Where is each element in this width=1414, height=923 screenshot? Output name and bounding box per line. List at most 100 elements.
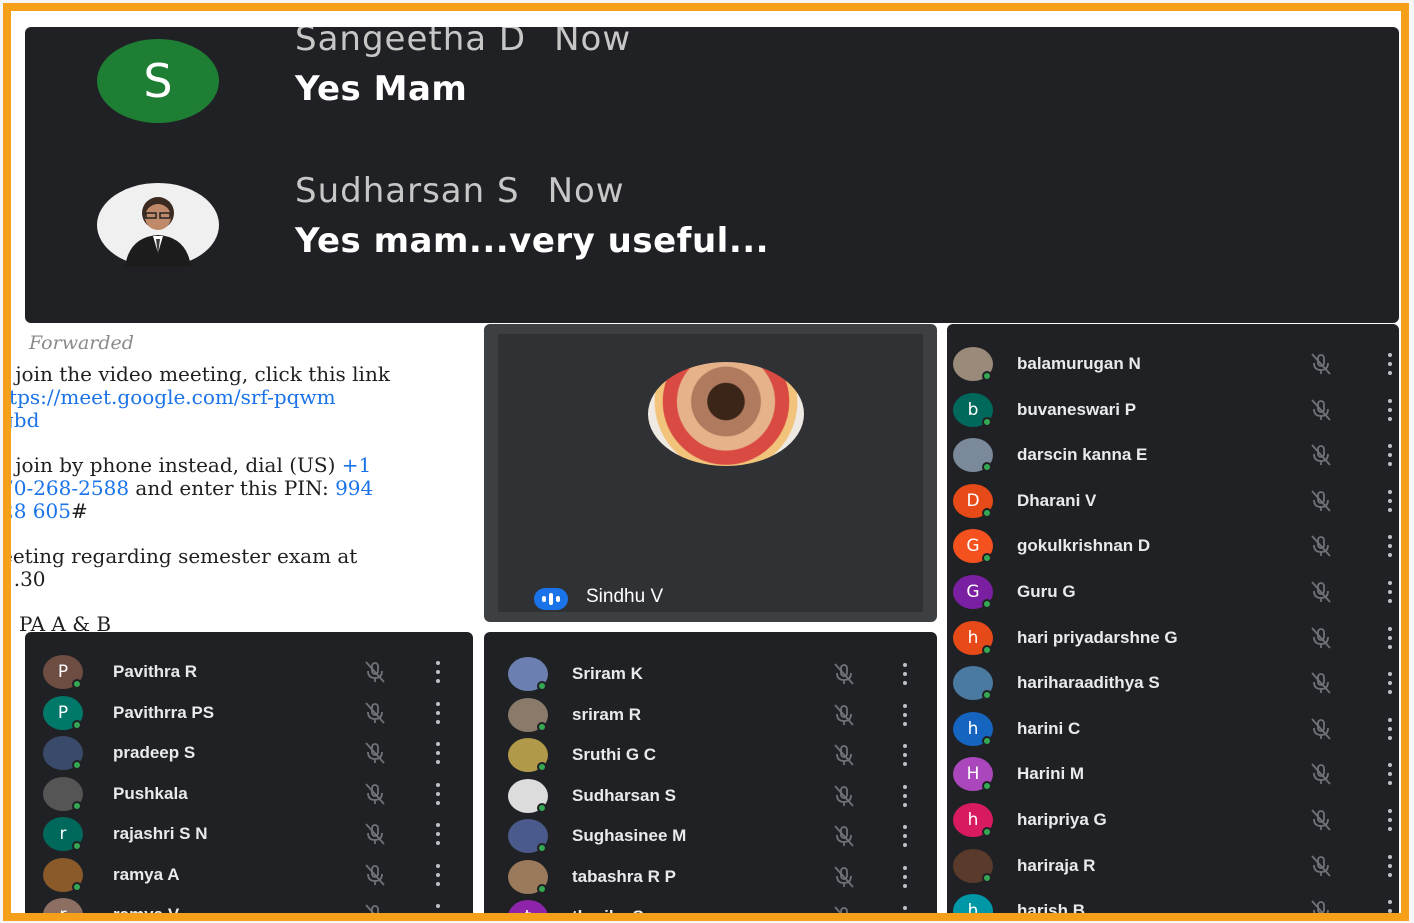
mic-off-icon[interactable] xyxy=(830,662,858,686)
more-options-icon[interactable] xyxy=(1387,444,1393,467)
participant-row[interactable]: darscin kanna E xyxy=(947,435,1399,475)
participant-row[interactable]: pradeep S xyxy=(25,733,473,773)
meeting-link-cont[interactable]: gbd xyxy=(11,409,479,432)
mic-off-icon[interactable] xyxy=(830,865,858,889)
more-options-icon[interactable] xyxy=(1387,809,1393,831)
meeting-link[interactable]: ttps://meet.google.com/srf-pqwm xyxy=(11,386,479,409)
more-options-icon[interactable] xyxy=(902,906,908,913)
mic-off-icon[interactable] xyxy=(1307,899,1335,921)
participant-row[interactable]: G Guru G xyxy=(947,572,1399,612)
more-options-icon[interactable] xyxy=(1387,535,1393,558)
participant-row[interactable]: Sughasinee M xyxy=(484,816,937,856)
more-options-icon[interactable] xyxy=(1387,353,1393,375)
mic-off-icon[interactable] xyxy=(361,903,389,921)
participant-row[interactable]: Pushkala xyxy=(25,774,473,814)
participant-row[interactable]: r rajashri S N xyxy=(25,814,473,854)
mic-off-icon[interactable] xyxy=(1307,580,1335,604)
participant-list: balamurugan N b buvaneswari P darscin kanna… xyxy=(947,324,1399,921)
mic-off-icon[interactable] xyxy=(830,703,858,727)
mic-off-icon[interactable] xyxy=(830,905,858,921)
participant-row[interactable]: b buvaneswari P xyxy=(947,390,1399,430)
participant-row[interactable]: hariharaadithya S xyxy=(947,663,1399,703)
more-options-icon[interactable] xyxy=(1387,398,1393,421)
mic-off-icon[interactable] xyxy=(1307,489,1335,513)
mic-off-icon[interactable] xyxy=(361,822,389,846)
more-options-icon[interactable] xyxy=(435,782,441,805)
participant-row[interactable]: hariraja R xyxy=(947,846,1399,886)
avatar-letter: P xyxy=(57,702,69,723)
phone-link[interactable]: 70-268-2588 xyxy=(11,476,129,500)
more-options-icon[interactable] xyxy=(1387,763,1393,786)
participant-avatar xyxy=(43,736,83,770)
participant-row[interactable]: Sriram K xyxy=(484,654,937,694)
mic-off-icon[interactable] xyxy=(830,743,858,767)
phone-text: › join by phone instead, dial (US) xyxy=(11,453,336,477)
more-options-icon[interactable] xyxy=(902,865,908,888)
more-options-icon[interactable] xyxy=(1387,626,1393,649)
more-options-icon[interactable] xyxy=(435,863,441,886)
participant-row[interactable]: Sudharsan S xyxy=(484,776,937,816)
more-options-icon[interactable] xyxy=(435,661,441,683)
mic-off-icon[interactable] xyxy=(1307,398,1335,422)
pin-link[interactable]: 994 xyxy=(335,476,373,500)
more-options-icon[interactable] xyxy=(902,784,908,807)
forwarded-message: ▸Forwarded › join the video meeting, cli… xyxy=(11,323,479,631)
participant-row[interactable]: Ggokulkrishnan D xyxy=(947,526,1399,566)
message-line: › join by phone instead, dial (US) +1 xyxy=(11,454,479,477)
participant-row[interactable]: D Dharani V xyxy=(947,481,1399,521)
mic-off-icon[interactable] xyxy=(1307,762,1335,786)
participant-row[interactable]: h haripriya G xyxy=(947,800,1399,840)
participant-row[interactable]: h harini C xyxy=(947,709,1399,749)
participant-row[interactable]: t tharika S xyxy=(484,897,937,921)
more-options-icon[interactable] xyxy=(1387,581,1393,603)
participant-row[interactable]: r ramya V xyxy=(25,895,473,921)
mic-off-icon[interactable] xyxy=(361,741,389,765)
more-options-icon[interactable] xyxy=(1387,717,1393,740)
more-options-icon[interactable] xyxy=(902,825,908,847)
mic-off-icon[interactable] xyxy=(1307,854,1335,878)
more-options-icon[interactable] xyxy=(902,703,908,726)
mic-off-icon[interactable] xyxy=(1307,808,1335,832)
mic-off-icon[interactable] xyxy=(361,863,389,887)
phone-link[interactable]: +1 xyxy=(335,453,372,477)
more-options-icon[interactable] xyxy=(902,663,908,685)
more-options-icon[interactable] xyxy=(902,744,908,766)
avatar-letter: G xyxy=(966,582,980,602)
participant-row[interactable]: balamurugan N xyxy=(947,344,1399,384)
participant-row[interactable]: Sruthi G C xyxy=(484,735,937,775)
more-options-icon[interactable] xyxy=(435,904,441,913)
participant-row[interactable]: P Pavithrra PS xyxy=(25,693,473,733)
participant-row[interactable]: P Pavithra R xyxy=(25,652,473,692)
mic-off-icon[interactable] xyxy=(1307,626,1335,650)
participant-name: Pavithra R xyxy=(113,662,198,681)
mic-off-icon[interactable] xyxy=(361,782,389,806)
more-options-icon[interactable] xyxy=(1387,854,1393,877)
screenshot-frame: S Sangeetha D Now Yes Mam Sudharsan S No… xyxy=(3,3,1409,921)
more-options-icon[interactable] xyxy=(1387,489,1393,512)
pin-link[interactable]: 28 605 xyxy=(11,499,71,523)
mic-off-icon[interactable] xyxy=(1307,534,1335,558)
avatar-letter: P xyxy=(57,662,69,682)
mic-off-icon[interactable] xyxy=(830,784,858,808)
mic-off-icon[interactable] xyxy=(361,701,389,725)
mic-off-icon[interactable] xyxy=(1307,717,1335,741)
more-options-icon[interactable] xyxy=(1387,900,1393,913)
mic-off-icon[interactable] xyxy=(830,824,858,848)
mic-off-icon[interactable] xyxy=(1307,443,1335,467)
participant-row[interactable]: h harish B xyxy=(947,891,1399,921)
video-tile[interactable]: Sindhu V xyxy=(484,324,937,622)
mic-off-icon[interactable] xyxy=(1307,352,1335,376)
participant-row[interactable]: H Harini M xyxy=(947,754,1399,794)
mic-off-icon[interactable] xyxy=(1307,671,1335,695)
more-options-icon[interactable] xyxy=(435,823,441,845)
participant-row[interactable]: tabashra R P xyxy=(484,857,937,897)
mic-off-icon[interactable] xyxy=(361,660,389,684)
participant-row[interactable]: ramya A xyxy=(25,855,473,895)
participant-name: haripriya G xyxy=(1017,810,1107,829)
participant-name: tharika S xyxy=(572,907,644,921)
more-options-icon[interactable] xyxy=(435,742,441,764)
more-options-icon[interactable] xyxy=(1387,672,1393,695)
participant-row[interactable]: h hari priyadarshne G xyxy=(947,618,1399,658)
more-options-icon[interactable] xyxy=(435,701,441,724)
participant-row[interactable]: sriram R xyxy=(484,695,937,735)
